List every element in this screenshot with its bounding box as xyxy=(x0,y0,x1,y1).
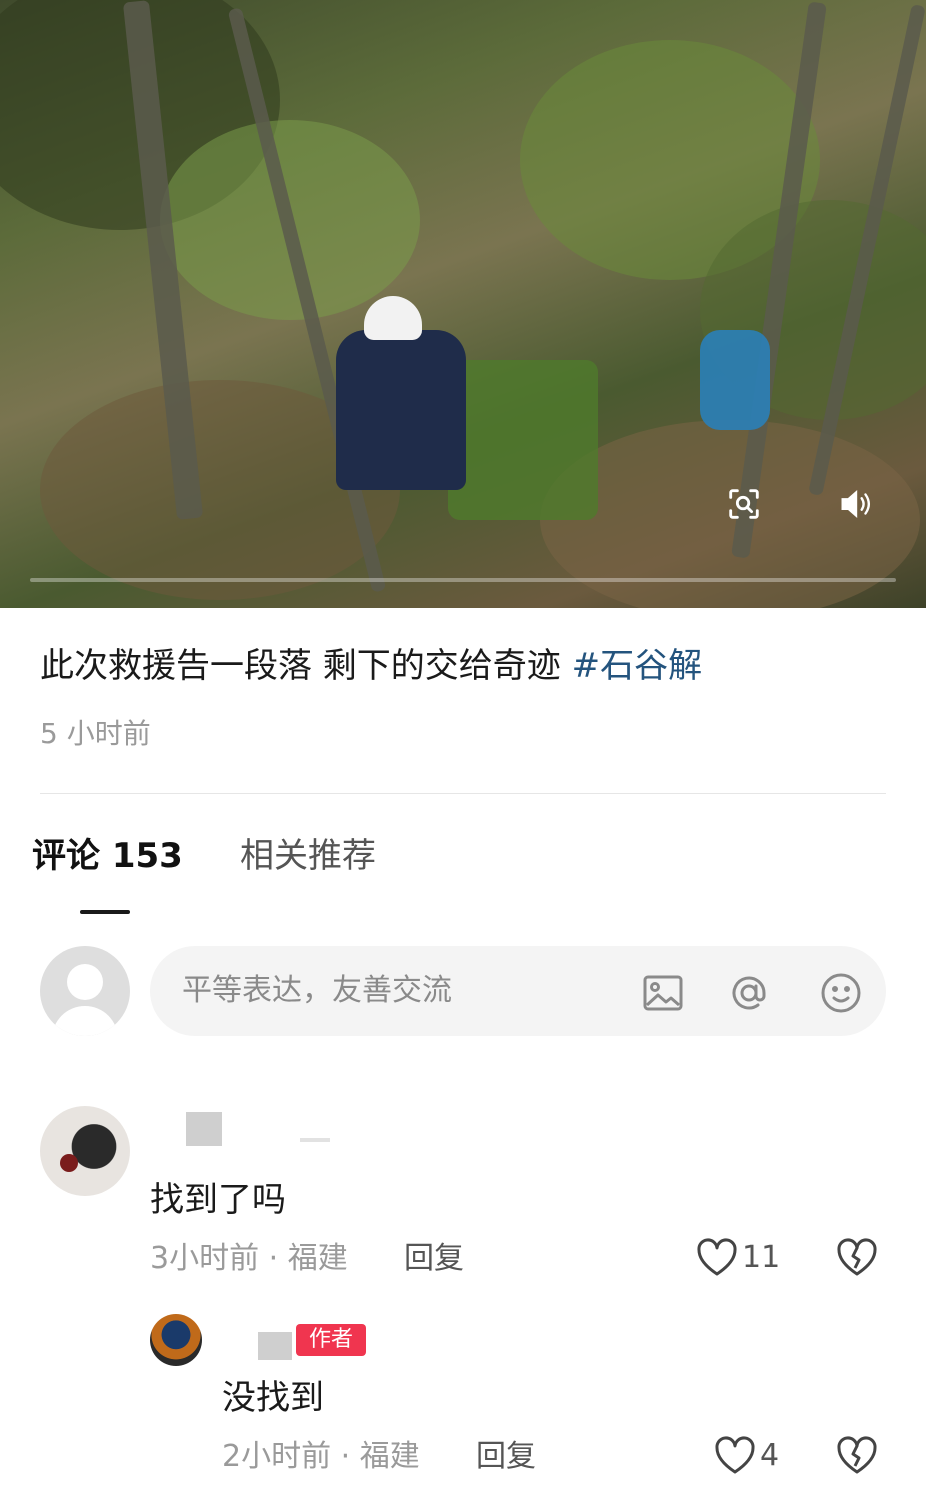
redacted-username[interactable] xyxy=(258,1332,292,1360)
emoji-icon[interactable] xyxy=(816,968,866,1018)
hashtag-link[interactable]: #石谷解 xyxy=(572,646,703,686)
mossy-rock xyxy=(448,360,598,520)
heart-icon xyxy=(715,1436,755,1474)
comment-time: 2小时前 xyxy=(222,1439,332,1474)
rose-decoration xyxy=(60,1154,78,1172)
speaker-volume-icon[interactable] xyxy=(832,480,880,528)
comment-text: 没找到 xyxy=(222,1378,324,1418)
heart-icon xyxy=(697,1238,737,1276)
video-progress-bar[interactable] xyxy=(30,578,896,582)
reply-button[interactable]: 回复 xyxy=(404,1236,464,1282)
post-timestamp: 5 小时前 xyxy=(40,717,151,750)
tab-related[interactable]: 相关推荐 xyxy=(240,828,376,884)
rescuer-figure xyxy=(336,330,466,490)
like-button[interactable]: 11 xyxy=(696,1238,780,1278)
author-avatar[interactable] xyxy=(150,1314,202,1366)
avatar-head xyxy=(67,964,103,1000)
divider xyxy=(40,793,886,794)
like-count: 4 xyxy=(760,1438,780,1473)
caption-text: 此次救援告一段落 剩下的交给奇迹 xyxy=(40,646,572,686)
post-caption: 此次救援告一段落 剩下的交给奇迹 #石谷解 xyxy=(40,638,702,694)
comment-meta: 2小时前 · 福建 xyxy=(222,1434,420,1480)
avatar-body xyxy=(52,1006,118,1036)
meta-separator: · xyxy=(340,1439,351,1474)
reply-button[interactable]: 回复 xyxy=(476,1434,536,1480)
commenter-avatar[interactable] xyxy=(40,1106,130,1196)
comment-input[interactable]: 平等表达，友善交流 xyxy=(150,946,886,1036)
video-player[interactable] xyxy=(0,0,926,608)
broken-heart-icon[interactable] xyxy=(836,1436,878,1476)
broken-heart-icon[interactable] xyxy=(836,1238,878,1278)
rescuer-helmet xyxy=(364,296,422,340)
comment-time: 3小时前 xyxy=(150,1241,260,1276)
meta-separator: · xyxy=(268,1241,279,1276)
at-icon[interactable] xyxy=(724,968,774,1018)
active-tab-indicator xyxy=(80,910,130,914)
comment-input-placeholder: 平等表达，友善交流 xyxy=(182,973,452,1008)
current-user-avatar[interactable] xyxy=(40,946,130,1036)
author-badge: 作者 xyxy=(296,1324,366,1356)
rescuer-figure-2 xyxy=(700,330,770,430)
image-icon[interactable] xyxy=(638,968,688,1018)
comment-text: 找到了吗 xyxy=(150,1180,286,1220)
redacted-username-trace xyxy=(300,1138,330,1142)
redacted-username[interactable] xyxy=(186,1112,222,1146)
comment-location: 福建 xyxy=(359,1439,420,1474)
comment-meta: 3小时前 · 福建 xyxy=(150,1236,348,1282)
tab-comments[interactable]: 评论 153 xyxy=(32,828,183,884)
like-button[interactable]: 4 xyxy=(714,1436,779,1476)
like-count: 11 xyxy=(742,1240,781,1275)
lens-search-icon[interactable] xyxy=(720,480,768,528)
comment-location: 福建 xyxy=(287,1241,348,1276)
